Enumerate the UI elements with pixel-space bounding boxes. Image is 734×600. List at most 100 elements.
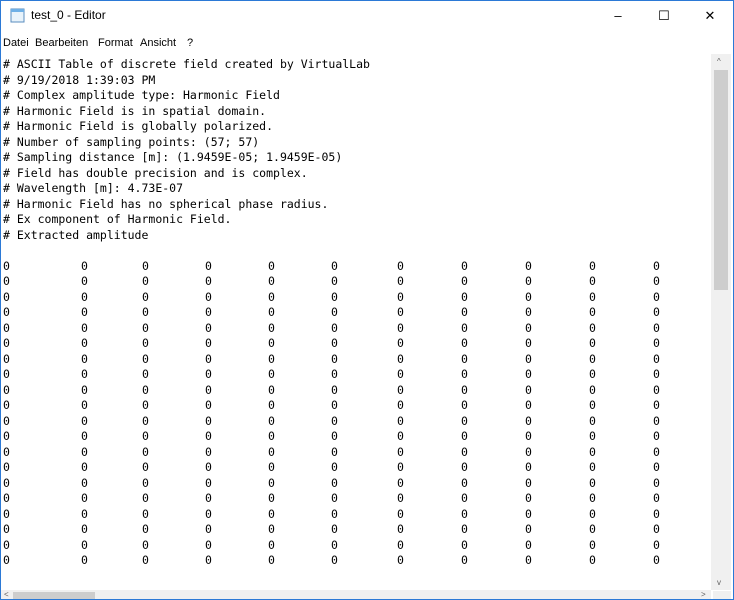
data-cell: 0 [81, 367, 88, 381]
menu-ansicht[interactable]: Ansicht [140, 37, 176, 49]
data-cell: 0 [397, 320, 404, 335]
data-cell: 0 [653, 553, 660, 567]
data-cell: 0 [461, 289, 468, 304]
data-cell: 0 [268, 475, 275, 490]
scroll-down-arrow-icon[interactable]: v [717, 578, 721, 587]
data-cell: 0 [589, 320, 596, 335]
scroll-left-arrow-icon[interactable]: < [4, 590, 9, 599]
data-cell: 0 [268, 413, 275, 428]
resize-grip-icon[interactable] [713, 591, 731, 599]
data-cell: 0 [3, 429, 10, 443]
scroll-right-arrow-icon[interactable]: > [701, 590, 706, 599]
title-bar[interactable]: test_0 - Editor – ☐ ✕ [1, 1, 733, 30]
data-cell: 0 [268, 289, 275, 304]
data-cell: 0 [268, 351, 275, 366]
data-cell: 0 [268, 429, 275, 443]
data-cell: 0 [205, 398, 212, 412]
data-cell: 0 [268, 258, 275, 273]
data-cell: 0 [81, 429, 88, 443]
header-line: # 9/19/2018 1:39:03 PM [3, 72, 156, 87]
data-cell: 0 [397, 274, 404, 288]
header-line: # ASCII Table of discrete field created … [3, 57, 370, 71]
maximize-button[interactable]: ☐ [641, 1, 687, 30]
data-cell: 0 [461, 382, 468, 397]
data-cell: 0 [461, 475, 468, 490]
data-cell: 0 [81, 274, 88, 288]
data-cell: 0 [653, 258, 660, 273]
data-cell: 0 [653, 460, 660, 474]
data-cell: 0 [525, 274, 532, 288]
data-cell: 0 [142, 398, 149, 412]
data-cell: 0 [268, 336, 275, 350]
data-cell: 0 [142, 553, 149, 567]
data-cell: 0 [397, 382, 404, 397]
data-cell: 0 [81, 398, 88, 412]
data-cell: 0 [525, 398, 532, 412]
minimize-button[interactable]: – [595, 1, 641, 30]
data-cell: 0 [81, 258, 88, 273]
horizontal-scroll-thumb[interactable] [13, 592, 95, 599]
data-cell: 0 [268, 491, 275, 505]
data-cell: 0 [3, 398, 10, 412]
scroll-up-arrow-icon[interactable]: ^ [717, 57, 721, 66]
data-cell: 0 [397, 506, 404, 521]
data-cell: 0 [589, 506, 596, 521]
data-cell: 0 [3, 305, 10, 319]
menu-help[interactable]: ? [187, 37, 193, 49]
data-cell: 0 [3, 506, 10, 521]
data-cell: 0 [397, 289, 404, 304]
data-cell: 0 [3, 351, 10, 366]
data-cell: 0 [653, 413, 660, 428]
vertical-scroll-thumb[interactable] [714, 70, 728, 290]
data-cell: 0 [653, 274, 660, 288]
data-cell: 0 [461, 274, 468, 288]
data-cell: 0 [331, 320, 338, 335]
data-cell: 0 [461, 429, 468, 443]
data-cell: 0 [397, 522, 404, 536]
data-cell: 0 [142, 491, 149, 505]
data-cell: 0 [589, 336, 596, 350]
header-line: # Harmonic Field is globally polarized. [3, 119, 274, 133]
data-cell: 0 [525, 336, 532, 350]
data-cell: 0 [268, 274, 275, 288]
data-cell: 0 [461, 537, 468, 552]
data-cell: 0 [142, 382, 149, 397]
data-cell: 0 [525, 491, 532, 505]
data-cell: 0 [331, 258, 338, 273]
data-cell: 0 [268, 522, 275, 536]
data-cell: 0 [205, 537, 212, 552]
data-cell: 0 [3, 367, 10, 381]
data-cell: 0 [205, 351, 212, 366]
data-cell: 0 [525, 320, 532, 335]
data-cell: 0 [3, 522, 10, 536]
data-cell: 0 [142, 258, 149, 273]
data-cell: 0 [205, 413, 212, 428]
data-cell: 0 [653, 305, 660, 319]
data-cell: 0 [268, 460, 275, 474]
close-button[interactable]: ✕ [687, 1, 733, 30]
notepad-icon [10, 8, 25, 23]
data-cell: 0 [3, 320, 10, 335]
data-cell: 0 [81, 305, 88, 319]
data-cell: 0 [525, 506, 532, 521]
menu-bearbeiten[interactable]: Bearbeiten [35, 37, 88, 49]
data-cell: 0 [589, 429, 596, 443]
data-cell: 0 [589, 274, 596, 288]
data-cell: 0 [3, 274, 10, 288]
data-cell: 0 [205, 305, 212, 319]
data-cell: 0 [589, 367, 596, 381]
data-cell: 0 [205, 320, 212, 335]
data-cell: 0 [205, 367, 212, 381]
horizontal-scrollbar[interactable] [1, 590, 711, 599]
data-cell: 0 [653, 351, 660, 366]
data-cell: 0 [268, 367, 275, 381]
menu-datei[interactable]: Datei [3, 37, 29, 49]
data-cell: 0 [397, 413, 404, 428]
data-cell: 0 [268, 382, 275, 397]
data-cell: 0 [653, 429, 660, 443]
text-editor-area[interactable]: # ASCII Table of discrete field created … [1, 54, 719, 590]
data-cell: 0 [461, 336, 468, 350]
data-cell: 0 [331, 413, 338, 428]
data-cell: 0 [331, 553, 338, 567]
menu-format[interactable]: Format [98, 37, 133, 49]
